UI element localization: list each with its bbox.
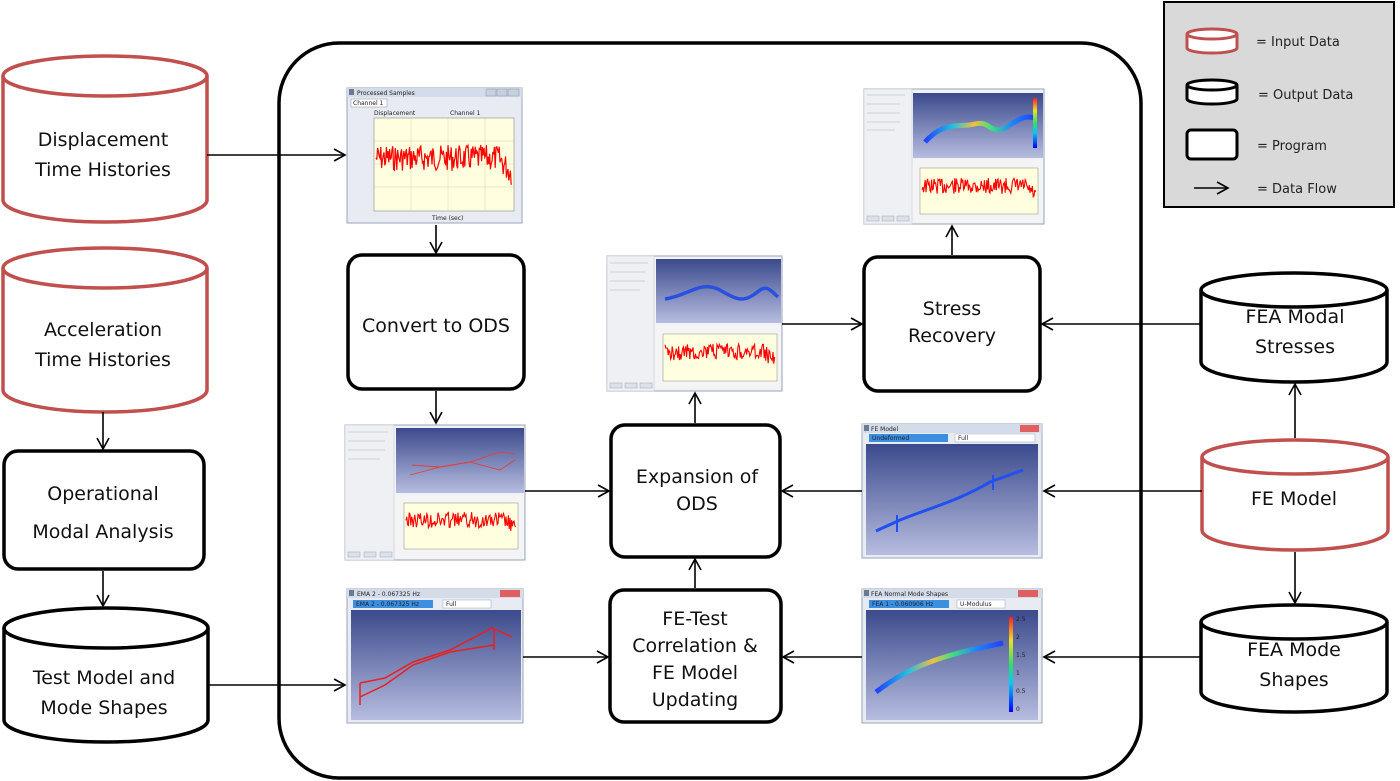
input-acceleration-time-histories: Acceleration Time Histories	[1, 246, 209, 414]
legend-program-label: = Program	[1257, 139, 1327, 154]
program-fe-test-correlation: FE-Test Correlation & FE Model Updating	[608, 588, 783, 724]
window-controls[interactable]	[1020, 425, 1039, 432]
oma-label-line1: Operational	[47, 483, 158, 505]
correlation-label-line1: FE-Test	[662, 608, 727, 630]
legend-dataflow-label: = Data Flow	[1257, 182, 1337, 197]
ema-mode-value: EMA 2 - 0.067325 Hz	[356, 601, 419, 608]
fea-mode-shapes-label-line2: Shapes	[1259, 669, 1328, 691]
test-model-label-line1: Test Model and	[32, 667, 175, 689]
screenshot-processed-samples: Processed Samples Channel 1 Displacement…	[346, 87, 523, 224]
channel-dropdown-value: Channel 1	[353, 100, 384, 107]
colorbar-tick-label: 2.5	[1016, 616, 1026, 623]
fe-model-scope-value: Full	[958, 435, 969, 442]
output-fea-mode-shapes: FEA Mode Shapes	[1199, 603, 1389, 714]
screenshot-fea-normal-mode-shapes: FEA Normal Mode Shapes FEA 1 - 0.060906 …	[861, 588, 1043, 724]
fea-mode-value: FEA 1 - 0.060906 Hz	[872, 601, 933, 608]
fea-result-value: U-Modulus	[960, 601, 992, 608]
ema-scope-value: Full	[446, 601, 457, 608]
minimize-button[interactable]	[485, 88, 497, 97]
window-controls[interactable]	[500, 590, 520, 597]
fea-colorbar	[1009, 617, 1013, 712]
program-expansion-of-ods: Expansion of ODS	[609, 423, 782, 559]
acceleration-label-line1: Acceleration	[44, 319, 162, 341]
output-fea-modal-stresses: FEA Modal Stresses	[1199, 271, 1389, 384]
screenshot-stress-recovery	[863, 88, 1045, 225]
colorbar-tick-label: 2	[1016, 634, 1020, 641]
program-operational-modal-analysis: Operational Modal Analysis	[2, 449, 206, 571]
screenshot-expansion-result	[606, 255, 783, 392]
colorbar-tick-label: 0.5	[1016, 688, 1026, 695]
fe-model-label: FE Model	[1251, 488, 1337, 510]
correlation-label-line4: Updating	[652, 689, 739, 711]
output-test-model-mode-shapes: Test Model and Mode Shapes	[2, 606, 210, 744]
fea-modal-stresses-label-line2: Stresses	[1255, 336, 1335, 358]
legend-output-label: = Output Data	[1258, 88, 1353, 103]
processed-samples-title: Processed Samples	[357, 90, 415, 97]
colorbar-tick-label: 1.5	[1016, 652, 1026, 659]
legend-program-icon	[1185, 128, 1239, 161]
workflow-diagram: = Input Data = Output Data = Program = D…	[1, 1, 1395, 780]
fea-window-title: FEA Normal Mode Shapes	[871, 591, 948, 598]
input-displacement-time-histories: Displacement Time Histories	[1, 54, 209, 224]
colorbar-tick-label: 1	[1016, 670, 1020, 677]
plot-title: Displacement	[374, 110, 416, 117]
stress-recovery-label-line2: Recovery	[908, 325, 996, 347]
plot-xlabel: Time (sec)	[431, 215, 463, 222]
screenshot-ema: EMA 2 - 0.067325 Hz EMA 2 - 0.067325 Hz …	[346, 588, 524, 724]
legend: = Input Data = Output Data = Program = D…	[1163, 1, 1395, 208]
ema-window-title: EMA 2 - 0.067325 Hz	[357, 591, 420, 598]
correlation-label-line3: FE Model	[652, 662, 738, 684]
maximize-button[interactable]	[496, 88, 508, 97]
oma-label-line2: Modal Analysis	[32, 521, 173, 543]
close-button[interactable]	[507, 88, 520, 97]
fe-model-view-value: Undeformed	[872, 435, 909, 442]
convert-label: Convert to ODS	[362, 315, 510, 337]
program-stress-recovery: Stress Recovery	[862, 255, 1042, 393]
test-model-label-line2: Mode Shapes	[40, 697, 167, 719]
displacement-label-line2: Time Histories	[34, 159, 171, 181]
correlation-label-line2: Correlation &	[632, 635, 758, 657]
plot-legend: Channel 1	[450, 110, 481, 117]
expansion-label-line2: ODS	[676, 493, 718, 515]
colorbar-tick-label: 0	[1016, 706, 1020, 713]
legend-input-cylinder-icon	[1185, 27, 1239, 55]
input-fe-model: FE Model	[1200, 438, 1390, 552]
fe-model-window-title: FE Model	[871, 426, 898, 433]
legend-input-label: = Input Data	[1256, 35, 1340, 50]
expansion-label-line1: Expansion of	[636, 466, 760, 488]
displacement-label-line1: Displacement	[38, 129, 169, 151]
stress-recovery-label-line1: Stress	[923, 298, 981, 320]
legend-output-cylinder-icon	[1185, 78, 1239, 106]
screenshot-fe-model: FE Model Undeformed Full	[861, 423, 1043, 559]
window-controls[interactable]	[1018, 590, 1038, 597]
program-convert-to-ods: Convert to ODS	[346, 253, 526, 391]
screenshot-ods	[344, 424, 526, 561]
fea-modal-stresses-label-line1: FEA Modal	[1246, 306, 1345, 328]
fea-mode-shapes-label-line1: FEA Mode	[1247, 639, 1341, 661]
acceleration-label-line2: Time Histories	[34, 349, 171, 371]
